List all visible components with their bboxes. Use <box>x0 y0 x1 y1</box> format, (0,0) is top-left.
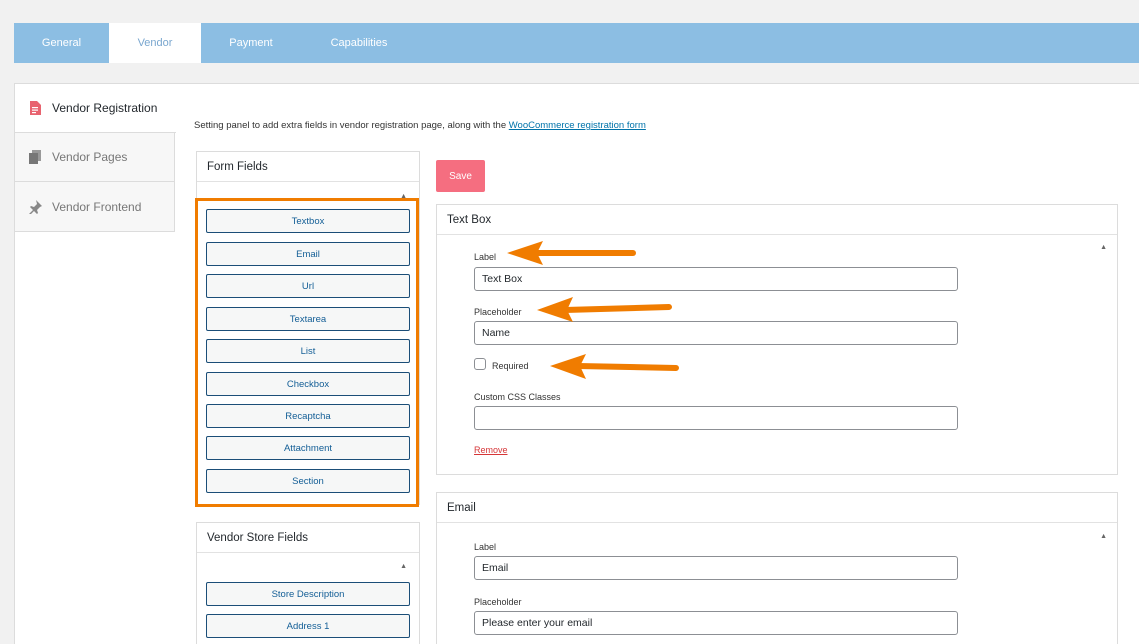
required-checkbox[interactable] <box>474 358 486 370</box>
sidenav-item-label: Vendor Registration <box>52 101 158 115</box>
tab-payment[interactable]: Payment <box>201 23 301 63</box>
annotation-arrow-required <box>550 354 679 379</box>
sidenav-item-label: Vendor Frontend <box>52 199 142 214</box>
form-fields-title: Form Fields <box>197 152 419 182</box>
collapse-caret-icon[interactable]: ▲ <box>400 563 407 570</box>
label-caption: Label <box>474 252 497 262</box>
save-button[interactable]: Save <box>436 160 485 192</box>
annotation-arrow-label <box>507 241 636 265</box>
vendor-sidenav: Vendor Registration Vendor Pages Vendor … <box>15 84 176 232</box>
textbox-panel-title: Text Box <box>437 205 1117 235</box>
pages-icon <box>28 150 42 164</box>
sidenav-item-vendor-registration[interactable]: Vendor Registration <box>15 84 176 133</box>
vendor-store-fields-box: Vendor Store Fields ▲ Store Description … <box>196 522 420 644</box>
sidenav-item-vendor-pages[interactable]: Vendor Pages <box>15 133 174 182</box>
tab-capabilities[interactable]: Capabilities <box>301 23 417 63</box>
label-input[interactable]: Text Box <box>474 267 958 291</box>
annotation-arrow-placeholder <box>537 297 672 322</box>
description-text: Setting panel to add extra fields in ven… <box>194 120 509 131</box>
collapse-caret-icon[interactable]: ▲ <box>1100 533 1107 540</box>
email-panel-title: Email <box>437 493 1117 523</box>
vendor-store-fields-title: Vendor Store Fields <box>197 523 419 553</box>
settings-description: Setting panel to add extra fields in ven… <box>194 120 646 131</box>
pin-icon <box>28 199 42 214</box>
email-placeholder-input[interactable]: Please enter your email <box>474 611 958 635</box>
custom-css-input[interactable] <box>474 406 958 430</box>
tab-general[interactable]: General <box>14 23 109 63</box>
add-address-1-button[interactable]: Address 1 <box>206 614 410 638</box>
placeholder-input[interactable]: Name <box>474 321 958 345</box>
document-icon <box>28 101 42 115</box>
tab-vendor[interactable]: Vendor <box>109 23 201 63</box>
sidenav-item-label: Vendor Pages <box>52 150 128 164</box>
settings-tab-bar: General Vendor Payment Capabilities <box>14 23 1139 63</box>
custom-css-caption: Custom CSS Classes <box>474 392 561 402</box>
sidenav-item-vendor-frontend[interactable]: Vendor Frontend <box>15 182 174 231</box>
email-field-panel: Email ▲ Label Email Placeholder Please e… <box>436 492 1118 644</box>
add-store-description-button[interactable]: Store Description <box>206 582 410 606</box>
annotation-highlight-box <box>195 198 419 507</box>
collapse-caret-icon[interactable]: ▲ <box>1100 244 1107 251</box>
remove-field-link[interactable]: Remove <box>474 445 508 455</box>
label-caption: Label <box>474 542 497 552</box>
required-label: Required <box>492 361 529 371</box>
placeholder-caption: Placeholder <box>474 597 522 607</box>
email-label-input[interactable]: Email <box>474 556 958 580</box>
woocommerce-registration-link[interactable]: WooCommerce registration form <box>509 120 646 131</box>
placeholder-caption: Placeholder <box>474 307 522 317</box>
